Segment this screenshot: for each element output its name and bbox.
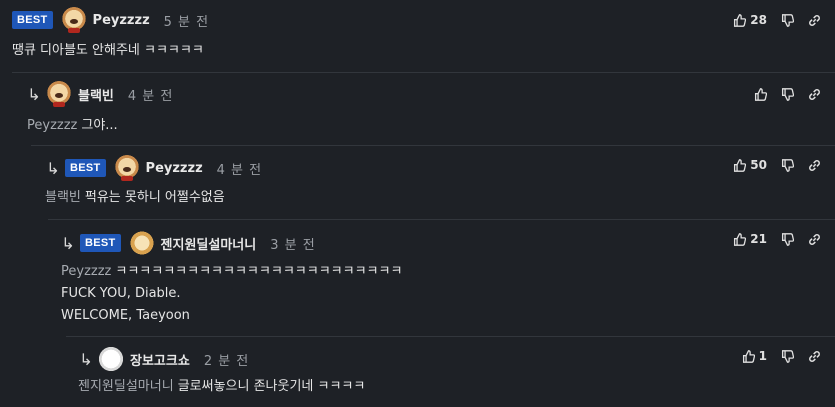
like-count: 1 — [758, 349, 767, 363]
comment-header: BEST Peyzzzz 5 분 전 — [0, 0, 835, 40]
best-badge: BEST — [80, 234, 121, 252]
comment-body: 블랙빈 퍽유는 못하니 어쩔수없음 — [45, 187, 225, 209]
best-badge: BEST — [12, 11, 53, 29]
author-name[interactable]: 블랙빈 — [78, 85, 114, 104]
divider — [48, 219, 835, 220]
author-name[interactable]: 젠지원딜설마너니 — [161, 234, 257, 253]
thumbs-up-icon — [754, 87, 767, 101]
comment-item: ↳ BEST 젠지원딜설마너니 3 분 전 21 Peyzzzz ㅋㅋㅋㅋㅋㅋㅋㅋ… — [48, 219, 835, 336]
link-button[interactable] — [808, 88, 821, 101]
avatar[interactable] — [60, 7, 87, 33]
dislike-button[interactable] — [781, 87, 794, 101]
comment-header: ↳ 장보고크쇼 2 분 전 — [66, 339, 835, 379]
link-icon — [809, 88, 820, 100]
best-badge: BEST — [65, 159, 106, 177]
mention[interactable]: Peyzzzz — [27, 118, 77, 133]
comment-body: 땡큐 디아블도 안해주네 ㅋㅋㅋㅋㅋ — [12, 40, 204, 62]
comment-item: ↳ 장보고크쇼 2 분 전 1 젠지원딜설마너니 글로써놓으니 존나웃기네 ㅋㅋㅋ… — [66, 336, 835, 407]
timestamp: 2 분 전 — [203, 353, 250, 369]
reply-arrow-icon: ↳ — [27, 84, 41, 104]
mention[interactable]: 블랙빈 — [45, 190, 81, 205]
link-icon — [809, 233, 820, 245]
like-button[interactable]: 50 — [733, 158, 767, 172]
dislike-button[interactable] — [781, 232, 794, 246]
dislike-button[interactable] — [781, 349, 794, 363]
divider — [31, 145, 835, 146]
comment-text-line: 그야... — [81, 118, 118, 133]
timestamp: 4 분 전 — [127, 88, 174, 104]
comment-text-line: 땡큐 디아블도 안해주네 ㅋㅋㅋㅋㅋ — [12, 43, 204, 58]
comment-item: ↳ BEST Peyzzzz 4 분 전 50 블랙빈 퍽유는 못하니 어쩔수없음 — [31, 145, 835, 219]
thumbs-down-icon — [781, 232, 794, 246]
thumbs-down-icon — [781, 13, 794, 27]
like-button[interactable]: 21 — [733, 232, 767, 246]
author-name[interactable]: Peyzzzz — [146, 161, 203, 176]
thumbs-up-icon — [734, 13, 747, 27]
reply-arrow-icon: ↳ — [79, 349, 93, 369]
divider — [66, 336, 835, 337]
avatar[interactable] — [98, 346, 124, 372]
like-count: 50 — [750, 158, 767, 172]
comment-header: ↳ BEST Peyzzzz 4 분 전 — [31, 148, 835, 188]
link-icon — [809, 159, 820, 171]
link-icon — [809, 350, 820, 362]
avatar[interactable] — [46, 81, 72, 107]
divider — [12, 72, 835, 73]
comment-item: BEST Peyzzzz 5 분 전 28 땡큐 디아블도 안해주네 ㅋㅋㅋㅋㅋ — [0, 0, 835, 72]
comment-body: Peyzzzz 그야... — [27, 115, 118, 137]
comment-actions: 21 — [719, 219, 821, 259]
comment-text-line: ㅋㅋㅋㅋㅋㅋㅋㅋㅋㅋㅋㅋㅋㅋㅋㅋㅋㅋㅋㅋㅋㅋㅋㅋ — [115, 264, 403, 279]
avatar[interactable] — [113, 155, 140, 181]
timestamp: 3 분 전 — [270, 237, 316, 253]
reply-arrow-icon: ↳ — [46, 158, 60, 178]
thumbs-down-icon — [781, 349, 794, 363]
comment-actions: 50 — [719, 145, 821, 185]
dislike-button[interactable] — [781, 158, 794, 172]
comment-actions: 1 — [728, 336, 821, 376]
link-button[interactable] — [808, 14, 821, 27]
comment-actions — [740, 74, 821, 114]
link-button[interactable] — [808, 233, 821, 246]
thumbs-down-icon — [781, 158, 794, 172]
link-button[interactable] — [808, 350, 821, 363]
author-name[interactable]: Peyzzzz — [93, 13, 150, 28]
dislike-button[interactable] — [781, 13, 794, 27]
mention[interactable]: Peyzzzz — [61, 264, 111, 279]
like-count: 28 — [750, 13, 767, 27]
comment-body: 젠지원딜설마너니 글로써놓으니 존나웃기네 ㅋㅋㅋㅋ — [78, 376, 365, 398]
like-button[interactable] — [754, 87, 767, 101]
like-button[interactable]: 1 — [742, 349, 767, 363]
link-icon — [809, 14, 820, 26]
comment-text-line: FUCK YOU, Diable. — [61, 286, 181, 301]
avatar[interactable] — [128, 230, 155, 256]
comment-body: Peyzzzz ㅋㅋㅋㅋㅋㅋㅋㅋㅋㅋㅋㅋㅋㅋㅋㅋㅋㅋㅋㅋㅋㅋㅋㅋ FUCK YOU… — [61, 261, 402, 327]
thumbs-up-icon — [742, 349, 755, 363]
comment-header: ↳ 블랙빈 4 분 전 — [12, 74, 835, 114]
comment-header: ↳ BEST 젠지원딜설마너니 3 분 전 — [48, 223, 835, 263]
thumbs-up-icon — [734, 158, 747, 172]
like-button[interactable]: 28 — [733, 13, 767, 27]
author-name[interactable]: 장보고크쇼 — [130, 350, 190, 369]
mention[interactable]: 젠지원딜설마너니 — [78, 379, 174, 394]
timestamp: 4 분 전 — [216, 162, 263, 178]
comment-text-line: WELCOME, Taeyoon — [61, 308, 190, 323]
thumbs-down-icon — [781, 87, 794, 101]
comment-text-line: 퍽유는 못하니 어쩔수없음 — [84, 190, 225, 205]
reply-arrow-icon: ↳ — [61, 233, 75, 253]
timestamp: 5 분 전 — [163, 14, 210, 30]
comment-actions: 28 — [719, 0, 821, 40]
like-count: 21 — [750, 232, 767, 246]
comment-item: ↳ 블랙빈 4 분 전 Peyzzzz 그야... — [12, 72, 835, 145]
comment-text-line: 글로써놓으니 존나웃기네 ㅋㅋㅋㅋ — [177, 379, 366, 394]
link-button[interactable] — [808, 159, 821, 172]
thumbs-up-icon — [734, 232, 747, 246]
